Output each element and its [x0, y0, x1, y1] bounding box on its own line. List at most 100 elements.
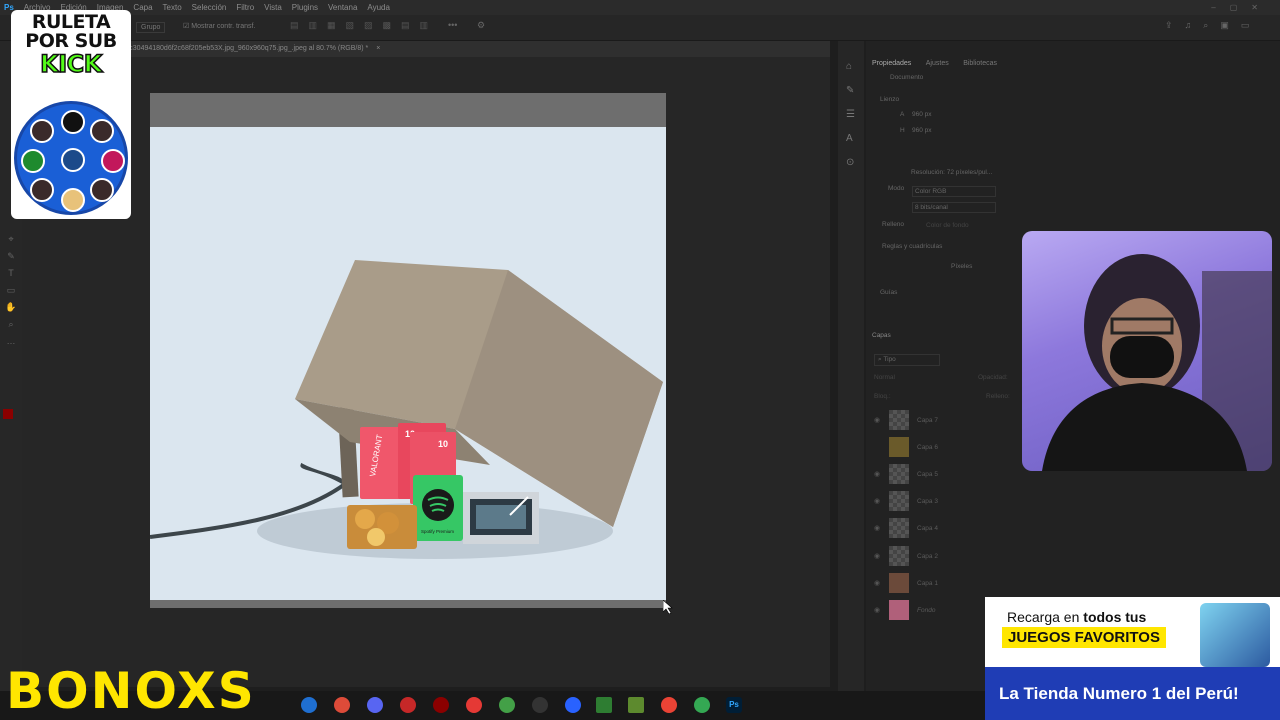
- window-controls[interactable]: –▢✕: [1211, 3, 1272, 12]
- layers-filter-label: Tipo: [883, 356, 896, 363]
- ad-line3: La Tienda Numero 1 del Perú!: [985, 667, 1280, 720]
- fill-select[interactable]: Color de fondo: [926, 222, 969, 229]
- top-right-icons[interactable]: ⇪♫⌕▣▭: [1165, 20, 1261, 31]
- rulers-unit-select[interactable]: Píxeles: [951, 263, 972, 270]
- food-plate: [347, 505, 417, 549]
- layers-filter[interactable]: ⌕ Tipo: [874, 354, 940, 366]
- menu-ayuda[interactable]: Ayuda: [367, 3, 390, 12]
- menu-plugins[interactable]: Plugins: [292, 3, 318, 12]
- more-icon[interactable]: •••: [448, 20, 457, 30]
- fill2-label: Relleno:: [986, 393, 1010, 400]
- wheel-slot: [30, 119, 54, 143]
- layer-name: Capa 3: [917, 497, 938, 505]
- canvas-section[interactable]: Lienzo: [880, 96, 899, 103]
- taskbar-app-icon[interactable]: [661, 697, 677, 713]
- layer-name: Capa 2: [917, 552, 938, 560]
- photoshop-icon[interactable]: Ps: [726, 697, 742, 713]
- height-field[interactable]: 960 px: [912, 127, 932, 134]
- wheel-slot: [61, 110, 85, 134]
- chrome-icon[interactable]: [334, 697, 350, 713]
- taskbar-app-icon[interactable]: [565, 697, 581, 713]
- rulers-section[interactable]: Reglas y cuadrículas: [882, 243, 942, 250]
- mode-select[interactable]: Color RGB: [912, 186, 996, 197]
- tab-propiedades[interactable]: Propiedades: [872, 60, 911, 67]
- layer-row[interactable]: ◉ Capa 2: [866, 543, 1026, 569]
- guides-section[interactable]: Guías: [880, 289, 897, 296]
- group-select[interactable]: Grupo: [136, 22, 166, 33]
- layers-title[interactable]: Capas: [872, 332, 891, 339]
- eye-icon[interactable]: ◉: [874, 416, 884, 424]
- menu-ventana[interactable]: Ventana: [328, 3, 357, 12]
- eye-icon[interactable]: ◉: [874, 470, 884, 478]
- layer-name: Fondo: [917, 606, 936, 614]
- menu-seleccion[interactable]: Selección: [192, 3, 227, 12]
- layer-row[interactable]: ◉ Capa 5: [866, 461, 1026, 487]
- tab-bibliotecas[interactable]: Bibliotecas: [963, 60, 997, 67]
- width-field[interactable]: 960 px: [912, 111, 932, 118]
- taskbar-app-icon[interactable]: [532, 697, 548, 713]
- ad-character-image: [1200, 603, 1270, 667]
- eye-icon[interactable]: ◉: [874, 606, 884, 614]
- blend-mode-select[interactable]: Normal: [874, 374, 895, 381]
- document-canvas[interactable]: VALORANT 10 10 Spotify Premium: [149, 93, 666, 608]
- transform-checkbox-label[interactable]: ☑ Mostrar contr. transf.: [183, 22, 255, 30]
- roulette-line2: POR SUB: [25, 30, 117, 52]
- eye-icon[interactable]: ◉: [874, 524, 884, 532]
- taskbar-app-icon[interactable]: [367, 697, 383, 713]
- align-icons[interactable]: ▤▥▦▧▨▩▤▥: [290, 20, 438, 31]
- menu-vista[interactable]: Vista: [264, 3, 282, 12]
- width-label: A: [900, 111, 905, 118]
- layer-thumbnail: [889, 437, 909, 457]
- taskbar-app-icon[interactable]: [400, 697, 416, 713]
- layer-name: Capa 4: [917, 524, 938, 532]
- layer-row[interactable]: Capa 6: [866, 434, 1026, 460]
- layer-row[interactable]: ◉ Capa 4: [866, 515, 1026, 541]
- layer-thumbnail: [889, 573, 909, 593]
- layer-thumbnail: [889, 546, 909, 566]
- webcam-overlay: [1022, 231, 1272, 471]
- tool-icons[interactable]: ⌖ ✎ T ▭ ✋ ⌕…: [5, 231, 17, 350]
- taskbar-app-icon[interactable]: [433, 697, 449, 713]
- taskbar-app-icon[interactable]: [596, 697, 612, 713]
- eye-icon[interactable]: ◉: [874, 552, 884, 560]
- spotify-card: Spotify Premium: [413, 475, 463, 541]
- layer-name: Capa 7: [917, 416, 938, 424]
- document-tab[interactable]: 8ecc30494180d6f2c68f205eb53X.jpg_960x960…: [110, 41, 830, 57]
- ad-top: Recarga en todos tus JUEGOS FAVORITOS: [985, 597, 1280, 667]
- options-bar: Grupo ☑ Mostrar contr. transf. ▤▥▦▧▨▩▤▥ …: [0, 15, 1280, 41]
- menu-texto[interactable]: Texto: [163, 3, 182, 12]
- foreground-color-swatch[interactable]: [3, 409, 13, 419]
- ad-line1: Recarga en todos tus: [1007, 609, 1146, 625]
- layer-thumbnail: [889, 518, 909, 538]
- lock-label: Bloq.:: [874, 393, 891, 400]
- taskbar-app-icon[interactable]: [301, 697, 317, 713]
- transform-label: Mostrar contr. transf.: [191, 23, 256, 30]
- chrome-icon[interactable]: [499, 697, 515, 713]
- wheel-slot: [90, 178, 114, 202]
- tab-ajustes[interactable]: Ajustes: [926, 60, 949, 67]
- spotify-label: Spotify Premium: [421, 529, 454, 534]
- layer-name: Capa 5: [917, 470, 938, 478]
- eye-icon[interactable]: ◉: [874, 579, 884, 587]
- close-tab-icon[interactable]: ×: [376, 45, 380, 52]
- fill-label: Relleno: [882, 221, 905, 228]
- chrome-icon[interactable]: [694, 697, 710, 713]
- ad-line2: JUEGOS FAVORITOS: [1002, 627, 1166, 648]
- ad-line1-a: Recarga en: [1007, 609, 1084, 625]
- layer-row[interactable]: ◉ Capa 1: [866, 570, 1026, 596]
- gear-icon[interactable]: ⚙: [477, 20, 485, 31]
- menu-capa[interactable]: Capa: [133, 3, 152, 12]
- layer-row[interactable]: ◉ Capa 7: [866, 407, 1026, 433]
- mouse-cursor-icon: [663, 600, 673, 614]
- menu-filtro[interactable]: Filtro: [236, 3, 254, 12]
- taskbar-app-icon[interactable]: [466, 697, 482, 713]
- layer-thumbnail: [889, 600, 909, 620]
- bits-select[interactable]: 8 bits/canal: [912, 202, 996, 213]
- minecraft-icon[interactable]: [628, 697, 644, 713]
- wheel-slot: [30, 178, 54, 202]
- side-panel-icons[interactable]: ⌂ ✎ ☰ A ⊙: [846, 55, 855, 175]
- eye-icon[interactable]: ◉: [874, 497, 884, 505]
- mode-label: Modo: [888, 185, 905, 192]
- panel-icons-strip: ⌂ ✎ ☰ A ⊙: [838, 41, 864, 691]
- layer-row[interactable]: ◉ Capa 3: [866, 488, 1026, 514]
